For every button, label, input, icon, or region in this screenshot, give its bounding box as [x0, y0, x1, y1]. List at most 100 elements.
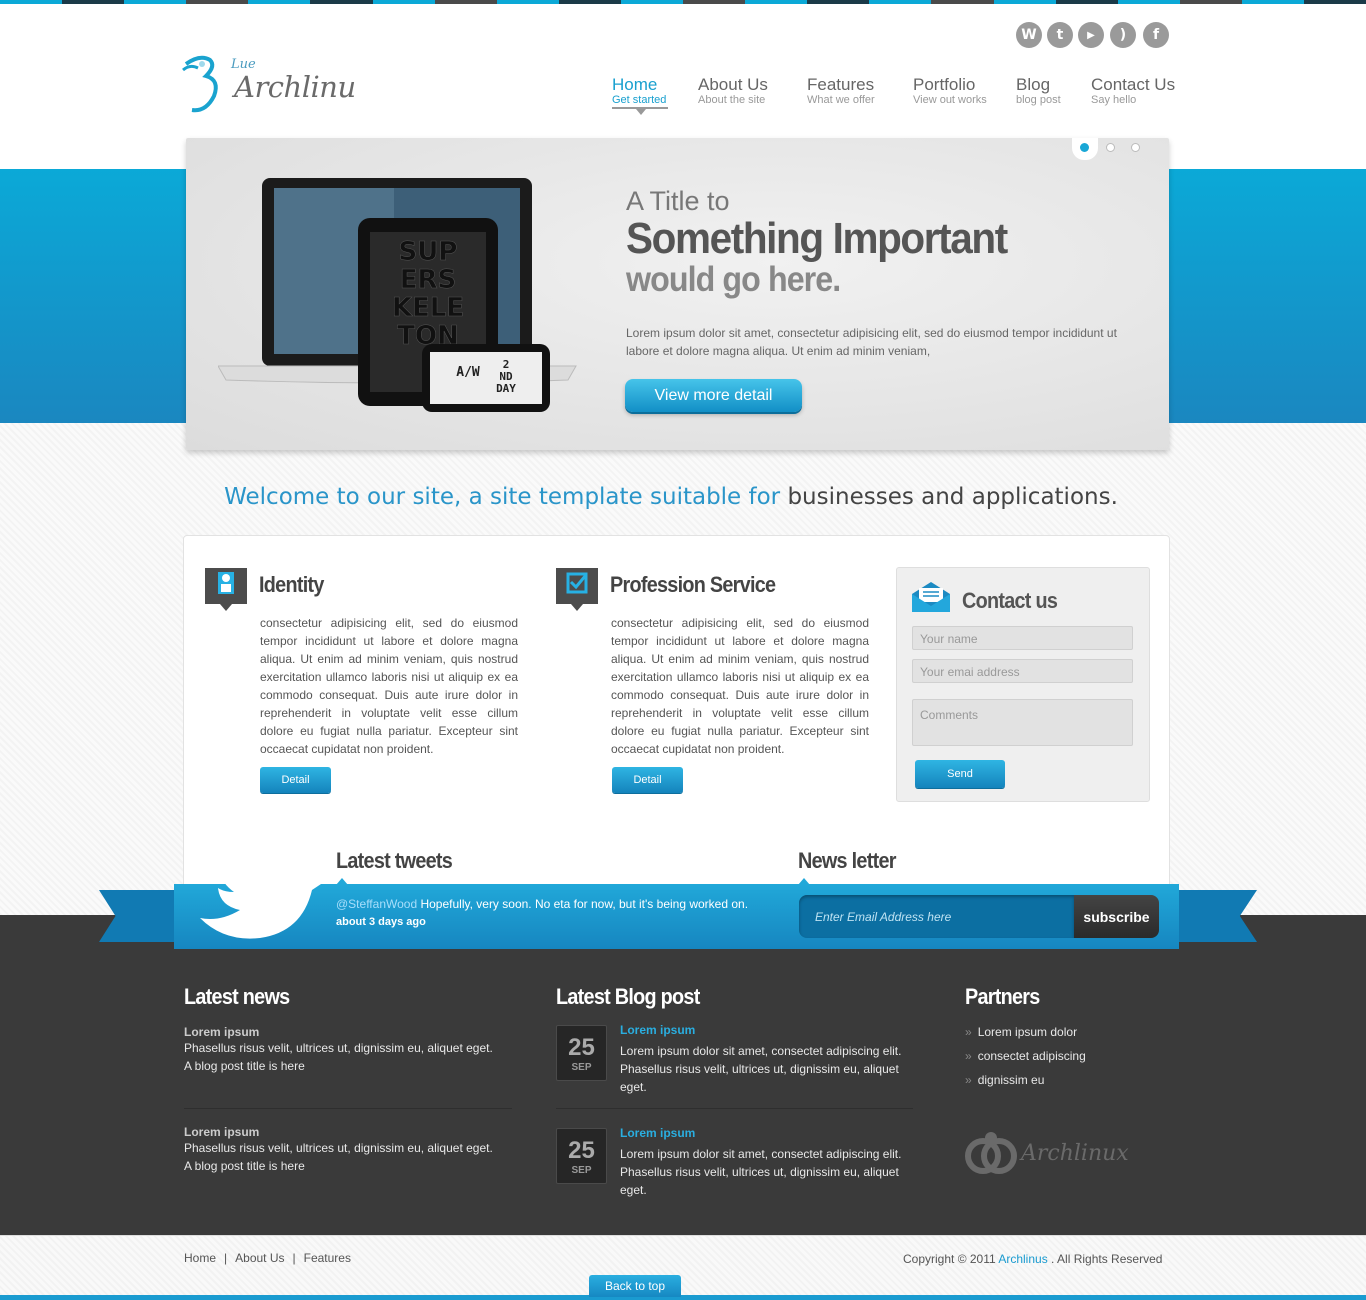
- copyright: Copyright © 2011 Archlinus . All Rights …: [903, 1252, 1162, 1266]
- identity-detail-button[interactable]: Detail: [260, 767, 331, 793]
- feature-text-identity: consectetur adipisicing elit, sed do eiu…: [260, 616, 518, 756]
- news-item-line1: Phasellus risus velit, ultrices ut, dign…: [184, 1041, 493, 1055]
- checkmark-icon: [556, 568, 598, 604]
- nav-item-features[interactable]: Features What we offer: [807, 75, 875, 106]
- checkmark-icon-tail: [571, 604, 583, 611]
- nav-sub: What we offer: [807, 94, 875, 106]
- blog-item-text: Lorem ipsum dolor sit amet, consectet ad…: [620, 1044, 902, 1094]
- slider-title-line1: A Title to: [626, 186, 730, 216]
- rss-icon[interactable]: ): [1110, 22, 1136, 48]
- nav-item-portfolio[interactable]: Portfolio View out works: [913, 75, 987, 106]
- profession-detail-button[interactable]: Detail: [612, 767, 683, 793]
- latest-tweets-title: Latest tweets: [336, 848, 453, 873]
- news-item-title: Lorem ipsum: [184, 1025, 260, 1039]
- divider: [184, 1108, 512, 1109]
- twitter-icon[interactable]: t: [1047, 22, 1073, 48]
- blog-item-text: Lorem ipsum dolor sit amet, consectet ad…: [620, 1147, 902, 1197]
- feature-title-identity: Identity: [259, 572, 324, 597]
- blog-item-title[interactable]: Lorem ipsum: [620, 1126, 695, 1140]
- footer-link-about[interactable]: About Us: [235, 1251, 284, 1265]
- copyright-brand-link[interactable]: Archlinus: [998, 1252, 1047, 1266]
- send-button[interactable]: Send: [915, 760, 1005, 788]
- news-item-title: Lorem ipsum: [184, 1125, 260, 1139]
- comments-field[interactable]: Comments: [912, 699, 1133, 746]
- svg-text:A/W: A/W: [456, 365, 480, 380]
- newsletter-email-input[interactable]: Enter Email Address here: [799, 895, 1074, 938]
- nav-item-contact[interactable]: Contact Us Say hello: [1091, 75, 1175, 106]
- nav-sub: blog post: [1016, 94, 1061, 106]
- slider-dot[interactable]: [1131, 143, 1140, 152]
- devices-image: SUP ERS KELE TON A/W 2 ND DAY: [218, 178, 577, 412]
- contact-title: Contact us: [962, 588, 1058, 613]
- nav-label: Features: [807, 75, 875, 94]
- tweets-caret-icon: [336, 878, 348, 885]
- latest-blog-title: Latest Blog post: [556, 984, 700, 1009]
- footer-link-features[interactable]: Features: [304, 1251, 351, 1265]
- identity-icon: [205, 568, 247, 604]
- archlinux-partner-logo[interactable]: Archlinux: [965, 1130, 1129, 1176]
- nav-label: Blog: [1016, 75, 1051, 94]
- envelope-icon: [912, 582, 950, 612]
- copyright-post: . All Rights Reserved: [1047, 1252, 1163, 1266]
- nav-sub: Get started: [612, 94, 667, 106]
- date-day: 25: [568, 1137, 595, 1164]
- nav-item-blog[interactable]: Blog blog post: [1016, 75, 1061, 106]
- svg-text:DAY: DAY: [496, 382, 516, 395]
- nav-label: Contact Us: [1091, 75, 1176, 94]
- slider-dot[interactable]: [1106, 143, 1115, 152]
- nav-caret-icon: [636, 109, 646, 115]
- footer-link-home[interactable]: Home: [184, 1251, 216, 1265]
- latest-news-title: Latest news: [184, 984, 290, 1009]
- slider-title-line3: would go here.: [626, 260, 841, 299]
- tweet-text: @SteffanWood Hopefully, very soon. No et…: [336, 897, 748, 911]
- facebook-icon[interactable]: f: [1143, 22, 1169, 48]
- name-field[interactable]: Your name: [912, 626, 1133, 650]
- nav-item-about[interactable]: About Us About the site: [698, 75, 768, 106]
- divider: [556, 1108, 913, 1109]
- nav-sub: About the site: [698, 94, 766, 106]
- date-badge: 25 SEP: [556, 1128, 607, 1184]
- partner-link[interactable]: dignissim eu: [965, 1073, 1045, 1087]
- blog-item-title[interactable]: Lorem ipsum: [620, 1023, 695, 1037]
- date-day: 25: [568, 1034, 595, 1061]
- tweet-time: about 3 days ago: [336, 916, 426, 928]
- wordpress-icon[interactable]: W: [1016, 22, 1042, 48]
- youtube-icon[interactable]: ▶: [1078, 22, 1104, 48]
- newsletter-caret-icon: [798, 878, 810, 885]
- separator: |: [292, 1251, 296, 1265]
- email-field[interactable]: Your emai address: [912, 659, 1133, 683]
- date-month: SEP: [571, 1165, 592, 1176]
- identity-icon-tail: [220, 604, 232, 611]
- archlinux-logo-icon: [965, 1132, 1017, 1174]
- slider-title-line2: Something Important: [626, 214, 1008, 263]
- welcome-part1: Welcome to our site, a site template sui…: [224, 484, 788, 510]
- welcome-heading: Welcome to our site, a site template sui…: [0, 484, 1342, 510]
- nav-sub: View out works: [913, 94, 987, 106]
- twitter-bird-icon: [200, 856, 324, 939]
- slider-body: Lorem ipsum dolor sit amet, consectetur …: [626, 326, 1117, 358]
- logo-text[interactable]: Archlinu: [234, 70, 356, 104]
- tweet-handle[interactable]: @SteffanWood: [336, 897, 417, 911]
- nav-label: About Us: [698, 75, 768, 94]
- news-item-line1: Phasellus risus velit, ultrices ut, dign…: [184, 1141, 493, 1155]
- nav-label: Portfolio: [913, 75, 976, 94]
- news-item[interactable]: Lorem ipsum Phasellus risus velit, ultri…: [184, 1125, 493, 1175]
- view-more-button[interactable]: View more detail: [625, 379, 802, 412]
- tweet-body: Hopefully, very soon. No eta for now, bu…: [417, 897, 749, 911]
- welcome-part2: businesses and applications.: [787, 484, 1118, 510]
- bottom-accent-line: [0, 1295, 1366, 1300]
- partner-link[interactable]: Lorem ipsum dolor: [965, 1025, 1077, 1039]
- separator: |: [224, 1251, 228, 1265]
- subscribe-button[interactable]: subscribe: [1074, 895, 1159, 938]
- nav-item-home[interactable]: Home Get started: [612, 75, 666, 106]
- news-item-line2: A blog post title is here: [184, 1059, 305, 1073]
- slider-dot-active[interactable]: [1080, 143, 1089, 152]
- date-badge: 25 SEP: [556, 1025, 607, 1081]
- nav-sub: Say hello: [1091, 94, 1137, 106]
- partner-link[interactable]: consectet adipiscing: [965, 1049, 1086, 1063]
- feature-title-profession-service: Profession Service: [610, 572, 776, 597]
- nav-label: Home: [612, 75, 658, 94]
- news-item[interactable]: Lorem ipsum Phasellus risus velit, ultri…: [184, 1025, 493, 1075]
- newsletter-title: News letter: [798, 848, 896, 873]
- back-to-top-button[interactable]: Back to top: [589, 1275, 681, 1297]
